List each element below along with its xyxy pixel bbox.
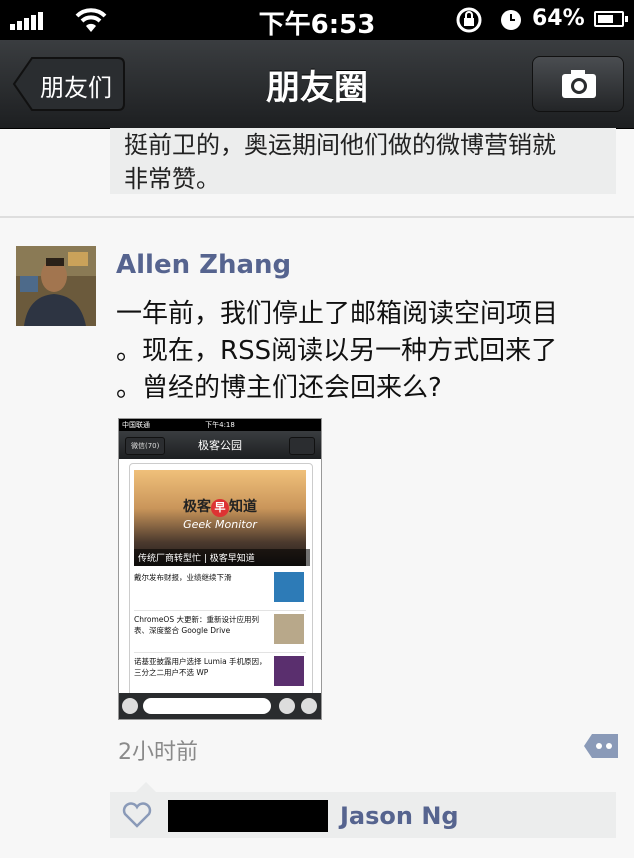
image-banner: 极客早知道 Geek Monitor 传统厂商转型忙 | 极客早知道 <box>134 470 310 566</box>
camera-button[interactable] <box>532 56 624 112</box>
post-content-line: 一年前，我们停止了邮箱阅读空间项目 <box>116 299 559 329</box>
image-list-item: 诺基亚披露用户选择 Lumia 手机原因，三分之二用户不选 WP <box>134 654 306 695</box>
post-content-line: 。现在，RSS阅读以另一种方式回来了 <box>116 336 558 366</box>
plus-icon <box>301 698 317 714</box>
previous-post-text: 挺前卫的，奥运期间他们做的微博营销就 非常赞。 <box>110 128 616 194</box>
thumbnail-image <box>274 614 304 644</box>
post-time: 2小时前 <box>118 740 198 765</box>
post-image[interactable]: 中国联通 下午4:18 微信(70) 极客公园 极客早知道 Geek Monit… <box>118 418 322 720</box>
liker-name[interactable]: Jason Ng <box>340 802 459 830</box>
comment-button[interactable] <box>584 732 620 760</box>
alarm-icon <box>501 10 521 30</box>
battery-percent: 64% <box>532 6 585 31</box>
nav-bar: 朋友们 朋友圈 <box>0 40 634 129</box>
rotation-lock-icon <box>456 7 482 33</box>
camera-icon <box>562 70 596 98</box>
image-nav-bar: 微信(70) 极客公园 <box>119 431 321 459</box>
image-article-card: 极客早知道 Geek Monitor 传统厂商转型忙 | 极客早知道 戴尔发布财… <box>129 463 313 705</box>
post-divider <box>0 216 634 218</box>
dell-logo-icon <box>274 572 304 602</box>
voice-icon <box>122 698 138 714</box>
status-bar: 下午6:53 64% <box>0 0 634 40</box>
battery-icon <box>594 11 628 27</box>
post-content-line: 。曾经的博主们还会回来么? <box>116 373 442 403</box>
likes-bar: Jason Ng <box>110 782 616 838</box>
previous-post-line: 非常赞。 <box>124 165 220 193</box>
thumbnail-image <box>274 656 304 686</box>
post-author-name[interactable]: Allen Zhang <box>116 250 291 280</box>
image-time: 下午4:18 <box>205 421 235 429</box>
image-list-item: 戴尔发布财报，业绩继续下滑 <box>134 570 306 611</box>
image-banner-caption: 传统厂商转型忙 | 极客早知道 <box>134 549 310 566</box>
previous-post-line: 挺前卫的，奥运期间他们做的微博营销就 <box>124 131 556 159</box>
avatar[interactable] <box>16 246 96 326</box>
likes-pointer <box>136 782 156 792</box>
emoji-icon <box>279 698 295 714</box>
image-profile-icon <box>289 437 315 455</box>
heart-icon <box>122 802 152 828</box>
image-input-bar <box>119 693 321 719</box>
post-content: 一年前，我们停止了邮箱阅读空间项目 。现在，RSS阅读以另一种方式回来了 。曾经… <box>116 296 616 407</box>
redacted-names <box>168 800 328 832</box>
image-list-item: ChromeOS 大更新：重新设计应用列表、深度整合 Google Drive <box>134 612 306 653</box>
image-banner-subtitle: Geek Monitor <box>183 518 257 531</box>
image-status-bar: 中国联通 下午4:18 <box>119 419 321 431</box>
image-input-field <box>143 698 271 714</box>
image-banner-title: 极客早知道 <box>183 499 257 517</box>
